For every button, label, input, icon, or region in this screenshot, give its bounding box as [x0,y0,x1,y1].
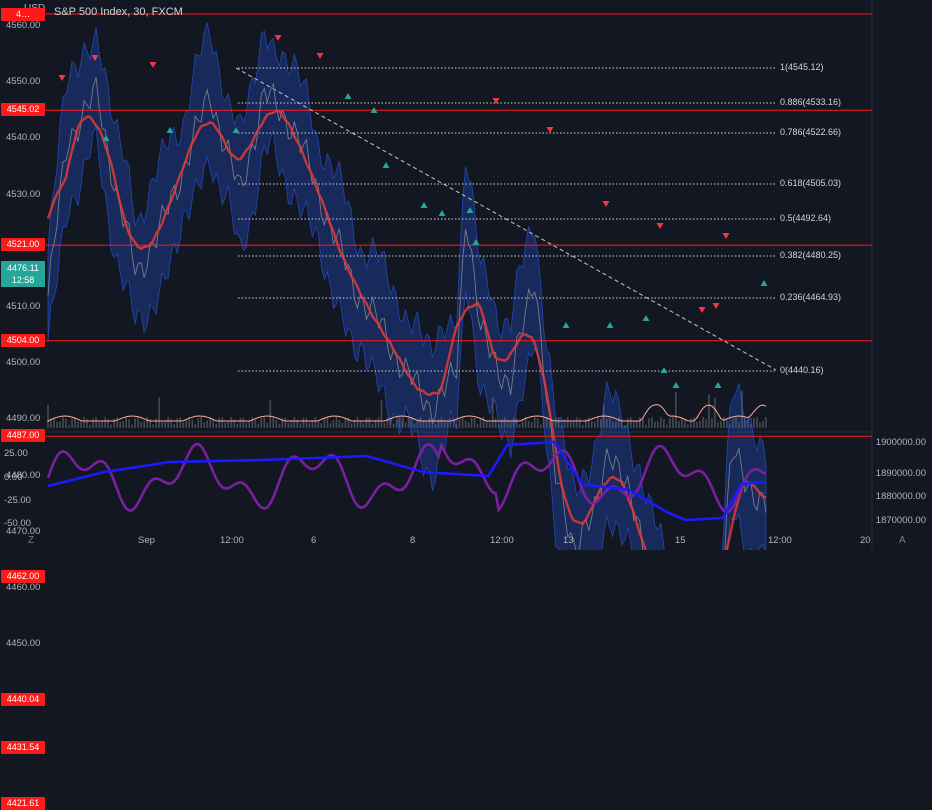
level-label: 4521.00 [1,238,45,252]
price-tick: 4540.00 [6,132,41,144]
osc-tick: 0.00 [4,472,23,483]
time-tick: 6 [311,535,317,546]
price-tick: 4450.00 [6,638,41,650]
fib-label: 0.618(4505.03) [780,178,842,188]
current-price-badge: 4476.11 12:58 [1,261,45,287]
current-price-value: 4476.11 [7,263,39,273]
fib-label: 0.5(4492.64) [780,213,832,223]
symbol-title[interactable]: S&P 500 Index, 30, FXCM [54,6,183,18]
time-tick: Sep [138,535,155,546]
osc-tick: 25.00 [4,448,28,459]
volume-tick: 1900000.00 [875,437,926,448]
level-label-top: 4… [1,8,45,21]
osc-tick: -50.00 [4,518,31,529]
chart-window[interactable]: USD S&P 500 Index, 30, FXCM 4560.004550.… [0,0,932,810]
fib-label: 0.886(4533.16) [780,97,842,107]
fib-label: 0.236(4464.93) [780,292,842,302]
time-tick: 15 [675,535,686,546]
volume-tick: 1890000.00 [875,468,926,479]
time-tick: 20 [860,535,871,546]
fib-label: 0(4440.16) [780,365,824,375]
fib-label: 0.786(4522.66) [780,127,842,137]
time-tick: 12:00 [490,535,514,546]
level-label: 4421.61 [1,796,45,810]
level-label: 4545.02 [1,103,45,117]
price-tick: 4560.00 [6,20,41,31]
auto-scale-button[interactable]: A [899,535,906,546]
price-tick: 4500.00 [6,357,41,369]
candle-timer: 12:58 [11,275,35,285]
volume-tick: 1870000.00 [875,515,926,526]
time-tick: 12:00 [220,535,244,546]
osc-tick: -25.00 [4,495,31,506]
level-label: 4440.04 [1,693,45,707]
volume-oscillator-line [47,440,767,522]
price-tick: 4490.00 [6,413,41,425]
zoom-icon[interactable]: Z [28,535,34,546]
volume-tick: 1880000.00 [875,491,926,502]
price-tick: 4530.00 [6,188,41,200]
fib-label: 1(4545.12) [780,62,824,72]
time-tick: 12:00 [768,535,792,546]
price-tick: 4460.00 [6,582,41,593]
price-tick: 4550.00 [6,76,41,88]
time-tick: 13 [563,535,574,546]
chart-canvas[interactable] [0,0,932,550]
price-tick: 4510.00 [6,301,41,312]
time-tick: 8 [410,535,416,546]
oscillator-line [46,441,767,514]
level-label: 4462.00 [1,569,45,583]
fib-label: 0.382(4480.25) [780,250,842,260]
level-label: 4504.00 [1,333,45,347]
level-label: 4431.54 [1,740,45,754]
level-label: 4487.00 [1,429,45,443]
